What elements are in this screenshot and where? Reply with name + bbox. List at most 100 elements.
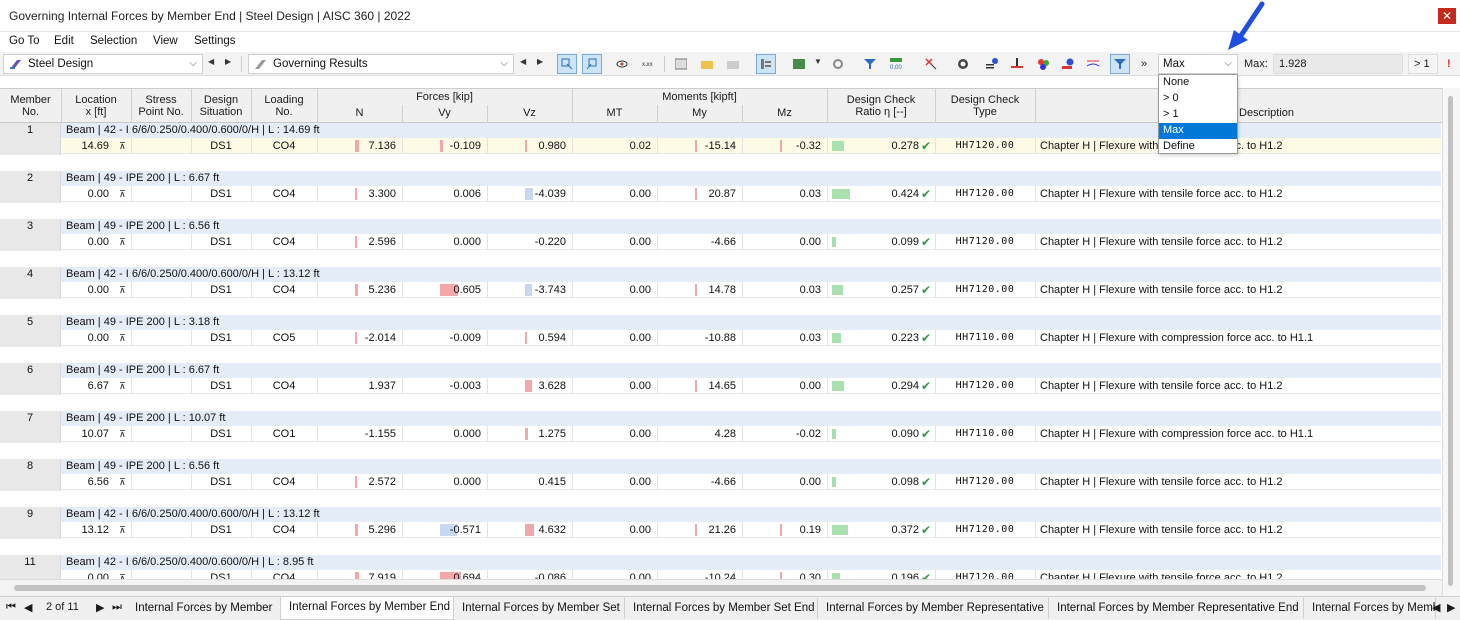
menu-goto[interactable]: Go To bbox=[9, 35, 39, 47]
support-button[interactable] bbox=[1007, 54, 1027, 74]
colors-button[interactable] bbox=[1033, 54, 1053, 74]
member-number[interactable]: 6 bbox=[0, 363, 61, 395]
menu-selection[interactable]: Selection bbox=[90, 35, 137, 47]
header-check-type[interactable]: Design Check Type bbox=[935, 94, 1035, 118]
folder-gray-button[interactable] bbox=[723, 54, 743, 74]
header-mt[interactable]: MT bbox=[572, 107, 657, 119]
close-icon[interactable]: ✕ bbox=[1438, 8, 1456, 24]
diagram-button[interactable] bbox=[1083, 54, 1103, 74]
tab-1[interactable]: Internal Forces by Member bbox=[127, 598, 282, 619]
table-row[interactable]: 13.12 ⊼ DS1 CO4 5.296 -0.571 4.632 0.00 21.26 0.1… bbox=[61, 522, 1441, 538]
menu-edit[interactable]: Edit bbox=[54, 35, 74, 47]
table-button[interactable] bbox=[671, 54, 691, 74]
scroll-thumb[interactable] bbox=[14, 585, 1426, 591]
member-number[interactable]: 1 bbox=[0, 123, 61, 155]
last-page-icon[interactable]: ⏭ bbox=[112, 601, 122, 614]
check-type-value: HH7120.00 bbox=[955, 236, 1015, 247]
folder-button[interactable] bbox=[697, 54, 717, 74]
settings-button[interactable] bbox=[828, 54, 848, 74]
results-select[interactable]: Governing Results ⌵ bbox=[248, 54, 514, 74]
member-number[interactable]: 2 bbox=[0, 171, 61, 203]
location-value: 13.12 bbox=[81, 524, 109, 536]
design-ratio-value: 0.098 bbox=[891, 476, 919, 488]
columns-button[interactable] bbox=[756, 54, 776, 74]
header-description[interactable]: Description bbox=[1035, 107, 1442, 119]
chevron-down-icon[interactable]: ▼ bbox=[814, 57, 822, 66]
prev-result-button[interactable]: ◀ bbox=[520, 57, 526, 66]
cursor-multi-icon bbox=[586, 58, 597, 70]
filter-select[interactable]: Max ⌵ bbox=[1158, 54, 1238, 74]
tab-scroll-right-icon[interactable]: ▶ bbox=[1447, 601, 1455, 614]
table-row[interactable]: 0.00 ⊼ DS1 CO4 2.596 0.000 -0.220 0.00 -4.66 0.00… bbox=[61, 234, 1441, 250]
member-number[interactable]: 5 bbox=[0, 315, 61, 347]
tab-2[interactable]: Internal Forces by Member End bbox=[280, 597, 454, 620]
filter-button[interactable] bbox=[860, 54, 880, 74]
header-vy[interactable]: Vy bbox=[402, 107, 487, 119]
member-number[interactable]: 9 bbox=[0, 507, 61, 539]
folder-icon bbox=[727, 61, 739, 69]
member-number[interactable]: 8 bbox=[0, 459, 61, 491]
header-vz[interactable]: Vz bbox=[487, 107, 572, 119]
member-number[interactable]: 4 bbox=[0, 267, 61, 299]
menu-view[interactable]: View bbox=[153, 35, 178, 47]
first-page-icon[interactable]: ⏮ bbox=[6, 601, 16, 614]
header-design-situation[interactable]: Design Situation bbox=[191, 94, 251, 118]
module-select[interactable]: Steel Design ⌵ bbox=[3, 54, 203, 74]
prev-module-button[interactable]: ◀ bbox=[208, 57, 214, 66]
tab-7[interactable]: Internal Forces by Member Representative… bbox=[1304, 598, 1436, 619]
design-ratio-value: 0.278 bbox=[891, 140, 919, 152]
select-multiple-button[interactable] bbox=[582, 54, 602, 74]
header-location[interactable]: Location x [ft] bbox=[61, 94, 131, 118]
tab-4[interactable]: Internal Forces by Member Set End bbox=[625, 598, 818, 619]
member-number[interactable]: 3 bbox=[0, 219, 61, 251]
table-row[interactable]: 10.07 ⊼ DS1 CO1 -1.155 0.000 1.275 0.00 4.28 -0.0… bbox=[61, 426, 1441, 442]
check-type-value: HH7120.00 bbox=[955, 140, 1015, 151]
filter-active-button[interactable] bbox=[1110, 54, 1130, 74]
table-row[interactable]: 6.67 ⊼ DS1 CO4 1.937 -0.003 3.628 0.00 14.65 0.00… bbox=[61, 378, 1441, 394]
threshold-value[interactable]: > 1 bbox=[1408, 54, 1438, 74]
tab-6[interactable]: Internal Forces by Member Representative… bbox=[1049, 598, 1304, 619]
dropdown-option-gt1[interactable]: > 1 bbox=[1159, 107, 1237, 123]
decimals-button[interactable]: x.xx bbox=[638, 54, 658, 74]
deselect-button[interactable] bbox=[921, 54, 941, 74]
dropdown-option-none[interactable]: None bbox=[1159, 75, 1237, 91]
prev-page-icon[interactable]: ◀ bbox=[24, 601, 32, 614]
next-page-icon[interactable]: ▶ bbox=[96, 601, 104, 614]
next-result-button[interactable]: ▶ bbox=[537, 57, 543, 66]
header-loading[interactable]: Loading No. bbox=[251, 94, 317, 118]
tab-scroll-left-icon[interactable]: ◀ bbox=[1432, 601, 1440, 614]
overflow-icon[interactable]: » bbox=[1141, 58, 1147, 70]
horizontal-scrollbar[interactable] bbox=[0, 579, 1442, 596]
header-mz[interactable]: Mz bbox=[742, 107, 827, 119]
header-stress-point[interactable]: Stress Point No. bbox=[131, 94, 191, 118]
header-member-no[interactable]: Member No. bbox=[0, 94, 61, 118]
mt-value: 0.00 bbox=[629, 188, 651, 200]
header-my[interactable]: My bbox=[657, 107, 742, 119]
next-module-button[interactable]: ▶ bbox=[225, 57, 231, 66]
search-button[interactable] bbox=[953, 54, 973, 74]
dropdown-option-define[interactable]: Define bbox=[1159, 139, 1237, 155]
tab-3[interactable]: Internal Forces by Member Set bbox=[454, 598, 625, 619]
scroll-thumb[interactable] bbox=[1448, 96, 1453, 586]
table-row[interactable]: 0.00 ⊼ DS1 CO4 3.300 0.006 -4.039 0.00 20.87 0.03… bbox=[61, 186, 1441, 202]
view-button[interactable] bbox=[612, 54, 632, 74]
info-list-button[interactable] bbox=[982, 54, 1002, 74]
zero-button[interactable]: 0,00 bbox=[886, 54, 906, 74]
dropdown-option-gt0[interactable]: > 0 bbox=[1159, 91, 1237, 107]
dropdown-option-max[interactable]: Max bbox=[1159, 123, 1237, 139]
location-value: 0.00 bbox=[87, 284, 109, 296]
loading-value: CO4 bbox=[272, 188, 296, 200]
info-button[interactable] bbox=[1058, 54, 1078, 74]
select-member-button[interactable] bbox=[557, 54, 577, 74]
tab-5[interactable]: Internal Forces by Member Representative bbox=[818, 598, 1049, 619]
table-row[interactable]: 6.56 ⊼ DS1 CO4 2.572 0.000 0.415 0.00 -4.66 0.00 0… bbox=[61, 474, 1441, 490]
vertical-scrollbar[interactable] bbox=[1442, 88, 1460, 596]
member-number[interactable]: 7 bbox=[0, 411, 61, 443]
header-ratio[interactable]: Design Check Ratio η [--] bbox=[827, 94, 935, 118]
excel-button[interactable] bbox=[789, 54, 809, 74]
header-n[interactable]: N bbox=[317, 107, 402, 119]
table-row[interactable]: 0.00 ⊼ DS1 CO5 -2.014 -0.009 0.594 0.00 -10.88 0.… bbox=[61, 330, 1441, 346]
filter-icon bbox=[864, 59, 876, 69]
menu-settings[interactable]: Settings bbox=[194, 35, 236, 47]
table-row[interactable]: 0.00 ⊼ DS1 CO4 5.236 0.605 -3.743 0.00 14.78 0.03… bbox=[61, 282, 1441, 298]
